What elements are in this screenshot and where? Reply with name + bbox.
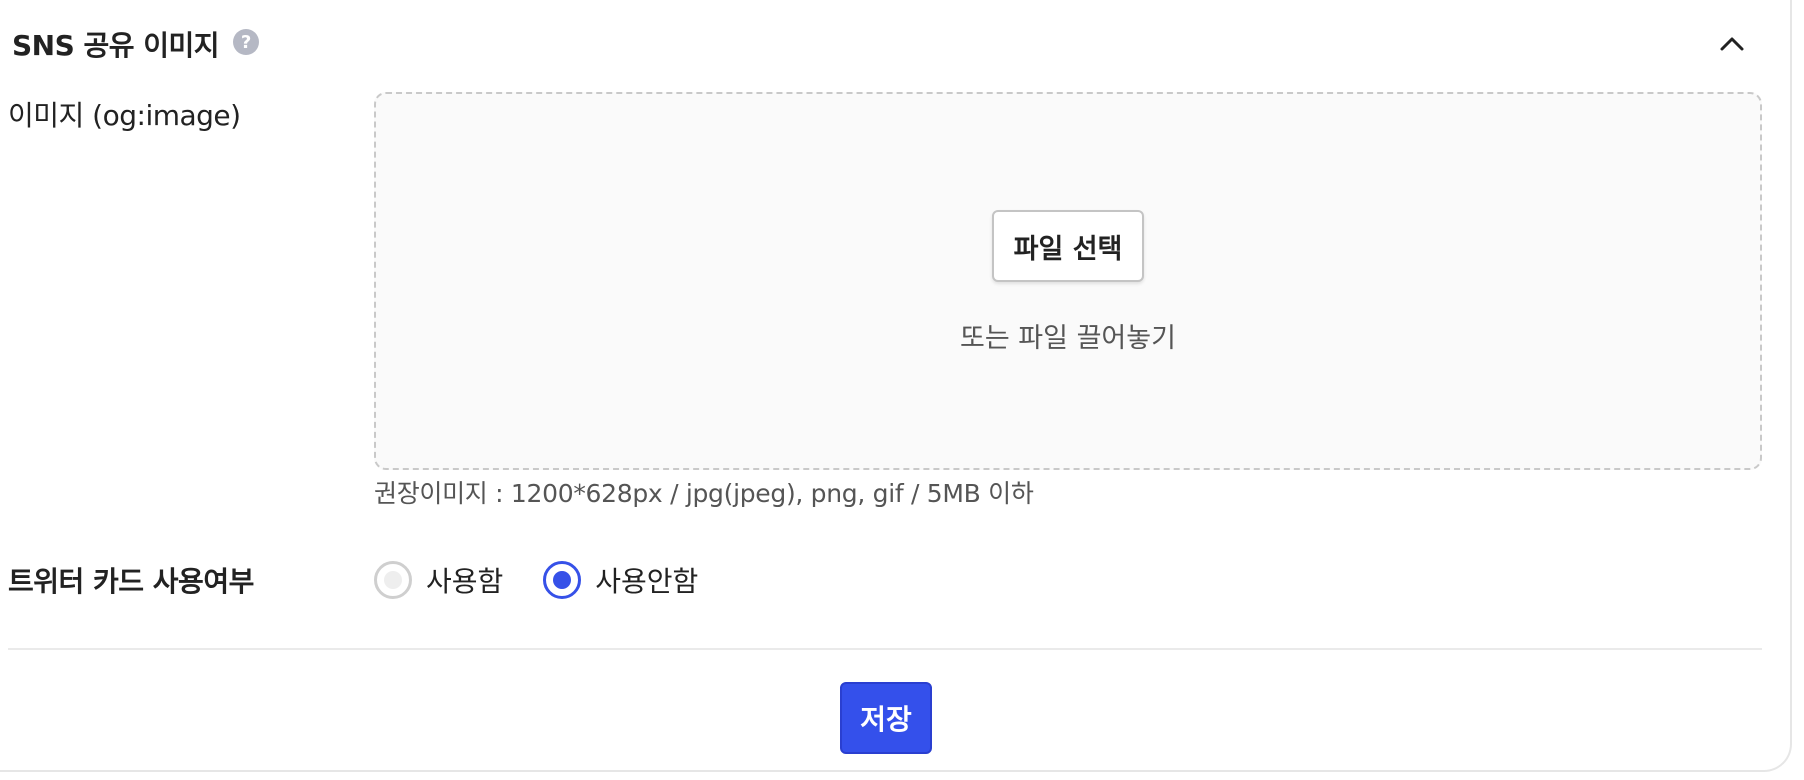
divider (8, 648, 1762, 650)
section-header: SNS 공유 이미지 ? (12, 22, 260, 66)
radio-not-use-circle[interactable] (543, 561, 582, 599)
section-title: SNS 공유 이미지 (12, 29, 220, 62)
twitter-card-radio-group: 사용함 사용안함 (374, 558, 738, 602)
file-select-button[interactable]: 파일 선택 (992, 210, 1144, 282)
image-recommendation-text: 권장이미지 : 1200*628px / jpg(jpeg), png, gif… (374, 479, 1034, 508)
radio-use-circle[interactable] (374, 561, 412, 599)
radio-use-label: 사용함 (426, 565, 504, 598)
radio-not-use-label: 사용안함 (595, 565, 699, 598)
chevron-up-icon (1720, 37, 1744, 51)
og-image-label: 이미지 (og:image) (8, 99, 241, 132)
radio-not-use[interactable]: 사용안함 (543, 560, 698, 600)
help-icon[interactable]: ? (233, 29, 260, 55)
sns-share-image-panel: SNS 공유 이미지 ? 이미지 (og:image) 파일 선택 또는 파일 … (0, 0, 1792, 772)
twitter-card-label: 트위터 카드 사용여부 (8, 565, 254, 598)
radio-use[interactable]: 사용함 (374, 560, 503, 600)
save-button[interactable]: 저장 (840, 682, 932, 754)
collapse-button[interactable] (1712, 24, 1752, 64)
drop-hint-text: 또는 파일 끌어놓기 (960, 323, 1176, 354)
